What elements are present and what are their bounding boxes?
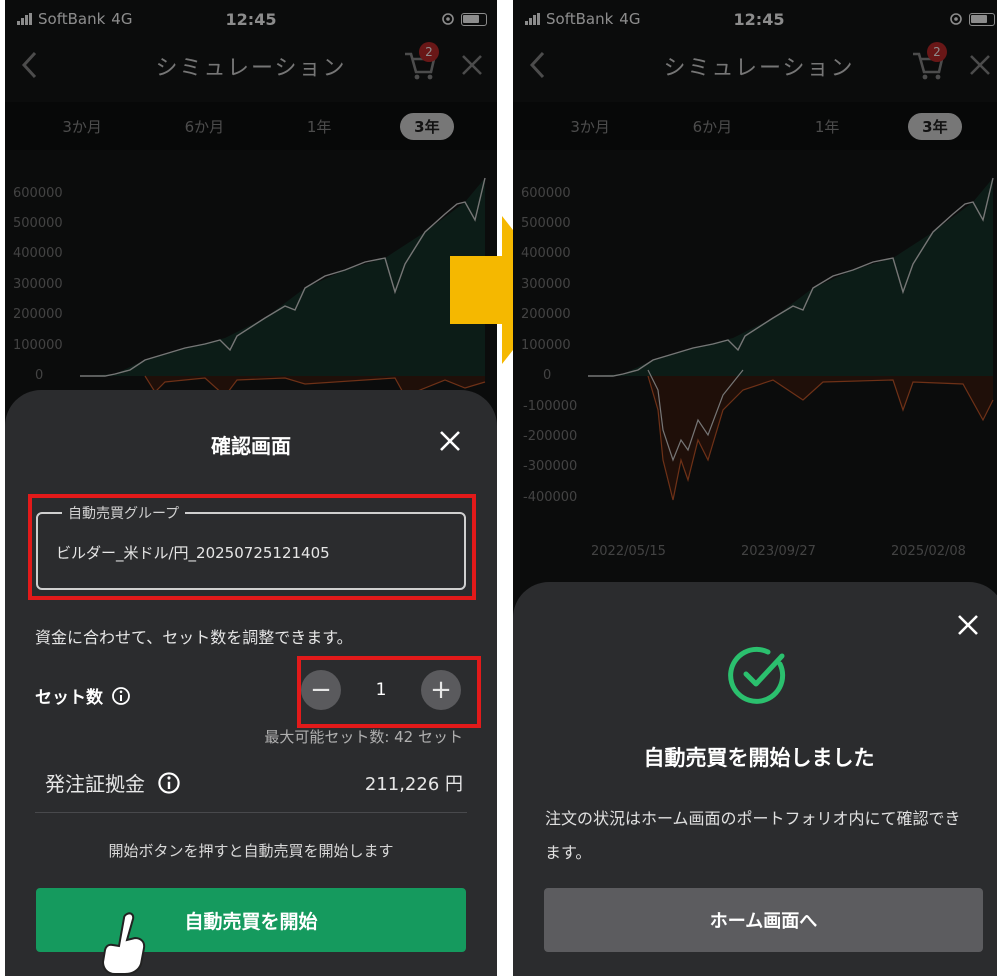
success-title: 自動売買を開始しました xyxy=(643,746,875,770)
tap-hand-icon xyxy=(101,912,146,975)
info-icon[interactable] xyxy=(157,771,181,795)
status-bar: SoftBank 4G 12:45 xyxy=(5,0,497,38)
max-sets-text: 最大可能セット数: 42 セット xyxy=(264,728,463,746)
tab-3-months[interactable]: 3か月 xyxy=(48,113,116,140)
cart-badge: 2 xyxy=(419,42,439,62)
success-message: 注文の状況はホーム画面のポートフォリオ内にて確認できます。 xyxy=(545,809,961,862)
y-tick-label: -100000 xyxy=(523,399,577,414)
y-tick-label: 400000 xyxy=(521,246,571,261)
y-tick-label: -300000 xyxy=(523,459,577,474)
y-tick-label: 100000 xyxy=(521,338,571,353)
success-sheet: 自動売買を開始しました 注文の状況はホーム画面のポートフォリオ内にて確認できます… xyxy=(513,582,997,976)
simulation-chart: 600000 500000 400000 300000 200000 10000… xyxy=(513,160,997,580)
y-tick-label: 600000 xyxy=(521,186,571,201)
signal-icon xyxy=(525,13,540,25)
carrier-name: SoftBank xyxy=(38,10,106,28)
battery-icon xyxy=(969,12,995,26)
tab-3-years[interactable]: 3年 xyxy=(908,112,962,140)
signal-icon xyxy=(17,13,32,25)
y-tick-label: 500000 xyxy=(521,216,571,231)
battery-icon xyxy=(461,12,487,26)
y-tick-label: 400000 xyxy=(13,246,63,261)
check-circle-icon xyxy=(728,646,786,704)
start-note: 開始ボタンを押すと自動売買を開始します xyxy=(108,842,394,860)
y-tick-label: -400000 xyxy=(523,490,577,505)
info-icon[interactable] xyxy=(111,686,131,706)
order-margin-value: 211,226 円 xyxy=(364,773,463,795)
tab-1-year[interactable]: 1年 xyxy=(801,113,854,140)
drawdown-area xyxy=(648,376,993,500)
y-tick-label: 0 xyxy=(543,368,551,383)
carrier-name: SoftBank xyxy=(546,10,614,28)
clock: 12:45 xyxy=(733,9,785,29)
home-screen-button[interactable]: ホーム画面へ xyxy=(544,888,983,952)
set-adjust-description: 資金に合わせて、セット数を調整できます。 xyxy=(35,628,353,647)
y-tick-label: -200000 xyxy=(523,429,577,444)
set-count-label: セット数 xyxy=(35,683,131,708)
nav-bar: シミュレーション 2 xyxy=(513,38,997,94)
close-icon[interactable] xyxy=(969,54,991,76)
clock: 12:45 xyxy=(225,9,277,29)
cart-badge: 2 xyxy=(927,42,947,62)
y-tick-label: 200000 xyxy=(13,307,63,322)
y-tick-label: 100000 xyxy=(13,338,63,353)
network-type: 4G xyxy=(111,10,133,28)
profit-area xyxy=(588,178,993,376)
profit-area xyxy=(80,178,485,376)
close-icon[interactable] xyxy=(439,430,461,452)
nav-bar: シミュレーション 2 xyxy=(5,38,497,94)
status-bar: SoftBank 4G 12:45 xyxy=(513,0,997,38)
y-tick-label: 300000 xyxy=(521,277,571,292)
back-icon[interactable] xyxy=(527,50,549,80)
tab-1-year[interactable]: 1年 xyxy=(293,113,346,140)
period-tabs: 3か月 6か月 1年 3年 xyxy=(513,102,997,150)
tab-6-months[interactable]: 6か月 xyxy=(171,113,239,140)
tab-6-months[interactable]: 6か月 xyxy=(679,113,747,140)
divider xyxy=(35,812,467,813)
highlight-box-group xyxy=(28,494,476,600)
orientation-lock-icon xyxy=(442,13,454,25)
y-tick-label: 600000 xyxy=(13,186,63,201)
network-type: 4G xyxy=(619,10,641,28)
x-tick-label: 2025/02/08 xyxy=(891,544,966,559)
sheet-title: 確認画面 xyxy=(211,434,291,458)
right-phone-screen: SoftBank 4G 12:45 シミュレーション 2 3か月 6か月 1年 … xyxy=(513,0,997,976)
highlight-box-stepper xyxy=(297,656,481,728)
orientation-lock-icon xyxy=(950,13,962,25)
tab-3-years[interactable]: 3年 xyxy=(400,112,454,140)
y-tick-label: 500000 xyxy=(13,216,63,231)
close-icon[interactable] xyxy=(957,614,979,636)
order-margin-row: 発注証拠金 211,226 円 xyxy=(45,768,463,797)
period-tabs: 3か月 6か月 1年 3年 xyxy=(5,102,497,150)
tab-3-months[interactable]: 3か月 xyxy=(556,113,624,140)
confirmation-sheet: 確認画面 自動売買グループ ビルダー_米ドル/円_20250725121405 … xyxy=(5,390,497,976)
close-icon[interactable] xyxy=(461,54,483,76)
y-tick-label: 300000 xyxy=(13,277,63,292)
left-phone-screen: SoftBank 4G 12:45 シミュレーション 2 3か月 6か月 1年 … xyxy=(5,0,497,976)
y-tick-label: 0 xyxy=(35,368,43,383)
order-margin-label: 発注証拠金 xyxy=(45,772,145,796)
y-tick-label: 200000 xyxy=(521,307,571,322)
x-tick-label: 2023/09/27 xyxy=(741,544,816,559)
back-icon[interactable] xyxy=(19,50,41,80)
x-tick-label: 2022/05/15 xyxy=(591,544,666,559)
